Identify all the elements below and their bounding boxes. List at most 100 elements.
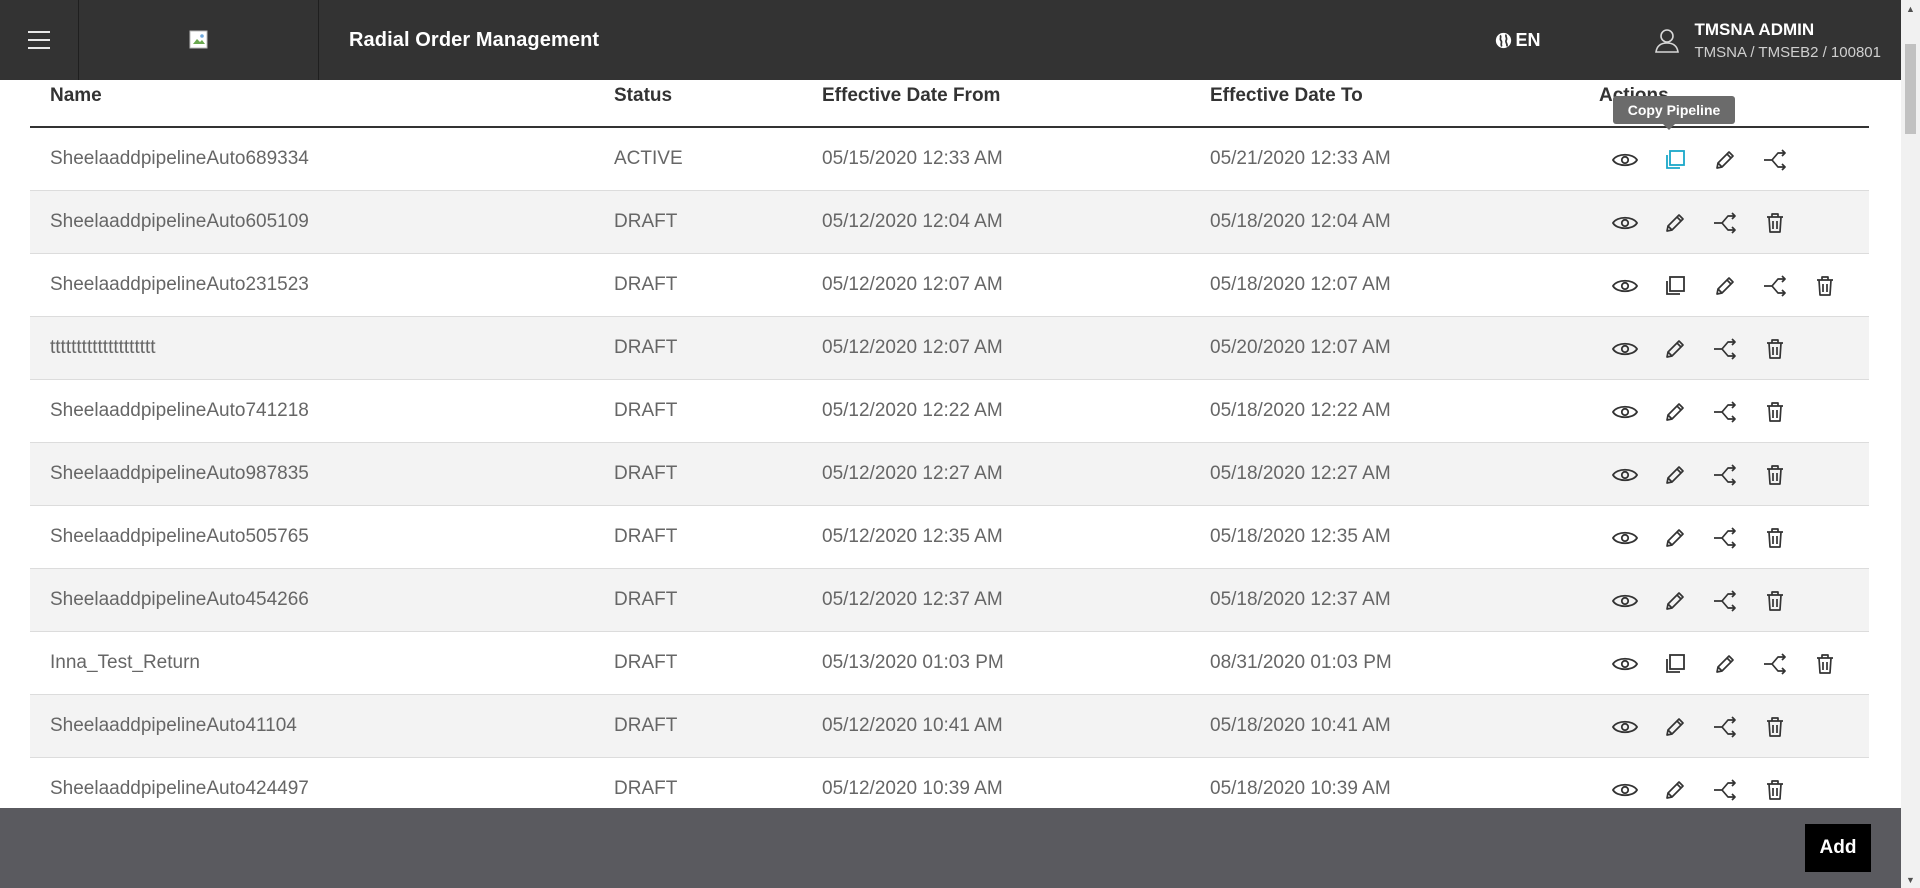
view-button[interactable] xyxy=(1610,145,1640,175)
edit-button[interactable] xyxy=(1660,775,1690,805)
tooltip: Copy Pipeline xyxy=(1613,96,1735,130)
view-icon xyxy=(1612,655,1638,673)
table-row[interactable]: Inna_Test_Return DRAFT 05/13/2020 01:03 PM… xyxy=(30,632,1869,695)
globe-icon xyxy=(1495,32,1511,48)
user-menu[interactable]: TMSNA ADMIN TMSNA / TMSEB2 / 100801 xyxy=(1653,20,1881,61)
pipeline-flow-button[interactable] xyxy=(1710,334,1740,364)
table-row[interactable]: SheelaaddpipelineAuto605109 DRAFT 05/12/20… xyxy=(30,191,1869,254)
scroll-up-arrow-icon[interactable]: ▲ xyxy=(1901,0,1920,17)
edit-button[interactable] xyxy=(1710,649,1740,679)
view-button[interactable] xyxy=(1610,775,1640,805)
view-button[interactable] xyxy=(1610,523,1640,553)
effective-date-from-cell: 05/12/2020 12:04 AM xyxy=(822,211,1003,232)
user-icon xyxy=(1653,26,1681,54)
edit-button[interactable] xyxy=(1710,271,1740,301)
pipeline-flow-button[interactable] xyxy=(1760,271,1790,301)
column-header-effective-date-to[interactable]: Effective Date To xyxy=(1210,85,1363,107)
edit-button[interactable] xyxy=(1660,460,1690,490)
table-row[interactable]: SheelaaddpipelineAuto231523 DRAFT 05/12/20… xyxy=(30,254,1869,317)
status-cell: DRAFT xyxy=(614,589,678,610)
user-org: TMSNA / TMSEB2 / 100801 xyxy=(1694,43,1881,61)
logo[interactable] xyxy=(79,0,319,80)
view-button[interactable] xyxy=(1610,397,1640,427)
pipeline-flow-icon xyxy=(1712,338,1738,360)
table-row[interactable]: SheelaaddpipelineAuto741218 DRAFT 05/12/20… xyxy=(30,380,1869,443)
pipeline-flow-button[interactable] xyxy=(1760,145,1790,175)
delete-button[interactable] xyxy=(1760,334,1790,364)
column-header-name[interactable]: Name xyxy=(50,85,102,107)
copy-pipeline-button[interactable] xyxy=(1660,271,1690,301)
pipeline-flow-button[interactable] xyxy=(1710,397,1740,427)
edit-button[interactable] xyxy=(1660,208,1690,238)
table-row[interactable]: tttttttttttttttttttt DRAFT 05/12/2020 12:0… xyxy=(30,317,1869,380)
table-row[interactable]: SheelaaddpipelineAuto505765 DRAFT 05/12/20… xyxy=(30,506,1869,569)
delete-button[interactable] xyxy=(1760,460,1790,490)
effective-date-from-cell: 05/12/2020 12:35 AM xyxy=(822,526,1003,547)
edit-button[interactable] xyxy=(1660,397,1690,427)
edit-button[interactable] xyxy=(1660,712,1690,742)
effective-date-from-cell: 05/12/2020 12:27 AM xyxy=(822,463,1003,484)
pipeline-flow-button[interactable] xyxy=(1710,523,1740,553)
language-label: EN xyxy=(1515,29,1541,50)
edit-button[interactable] xyxy=(1660,523,1690,553)
pipeline-flow-icon xyxy=(1712,527,1738,549)
language-selector[interactable]: EN xyxy=(1495,30,1541,51)
hamburger-icon xyxy=(28,28,50,52)
view-icon xyxy=(1612,529,1638,547)
pipeline-flow-button[interactable] xyxy=(1710,460,1740,490)
view-button[interactable] xyxy=(1610,649,1640,679)
edit-button[interactable] xyxy=(1660,334,1690,364)
view-button[interactable] xyxy=(1610,271,1640,301)
delete-button[interactable] xyxy=(1760,712,1790,742)
pipeline-flow-button[interactable] xyxy=(1710,586,1740,616)
delete-button[interactable] xyxy=(1810,271,1840,301)
scroll-down-arrow-icon[interactable]: ▼ xyxy=(1901,871,1920,888)
pipeline-flow-icon xyxy=(1712,716,1738,738)
column-header-effective-date-from[interactable]: Effective Date From xyxy=(822,85,1000,107)
effective-date-from-cell: 05/12/2020 10:41 AM xyxy=(822,715,1003,736)
table-row[interactable]: SheelaaddpipelineAuto987835 DRAFT 05/12/20… xyxy=(30,443,1869,506)
status-cell: DRAFT xyxy=(614,778,678,799)
menu-button[interactable] xyxy=(0,0,79,80)
effective-date-from-cell: 05/13/2020 01:03 PM xyxy=(822,652,1004,673)
broken-image-icon xyxy=(189,30,207,49)
status-cell: DRAFT xyxy=(614,652,678,673)
delete-button[interactable] xyxy=(1760,523,1790,553)
user-name: TMSNA ADMIN xyxy=(1694,19,1815,39)
name-cell: SheelaaddpipelineAuto505765 xyxy=(50,526,309,547)
view-button[interactable] xyxy=(1610,712,1640,742)
scrollbar-thumb[interactable] xyxy=(1905,44,1916,134)
effective-date-to-cell: 08/31/2020 01:03 PM xyxy=(1210,652,1392,673)
table-header: Name Status Effective Date From Effectiv… xyxy=(30,80,1869,128)
table-body: SheelaaddpipelineAuto689334 ACTIVE 05/15/2… xyxy=(30,128,1869,821)
view-button[interactable] xyxy=(1610,586,1640,616)
pipeline-flow-button[interactable] xyxy=(1760,649,1790,679)
pipeline-flow-button[interactable] xyxy=(1710,208,1740,238)
copy-pipeline-button[interactable] xyxy=(1660,649,1690,679)
table-row[interactable]: SheelaaddpipelineAuto454266 DRAFT 05/12/20… xyxy=(30,569,1869,632)
delete-button[interactable] xyxy=(1760,775,1790,805)
edit-button[interactable] xyxy=(1660,586,1690,616)
effective-date-to-cell: 05/18/2020 10:41 AM xyxy=(1210,715,1391,736)
delete-button[interactable] xyxy=(1810,649,1840,679)
view-button[interactable] xyxy=(1610,460,1640,490)
name-cell: SheelaaddpipelineAuto987835 xyxy=(50,463,309,484)
edit-icon xyxy=(1664,464,1686,486)
add-button[interactable]: Add xyxy=(1805,824,1871,872)
pipeline-flow-button[interactable] xyxy=(1710,775,1740,805)
view-icon xyxy=(1612,781,1638,799)
delete-button[interactable] xyxy=(1760,397,1790,427)
column-header-status[interactable]: Status xyxy=(614,85,672,107)
app-title: Radial Order Management xyxy=(349,28,600,51)
delete-button[interactable] xyxy=(1760,208,1790,238)
effective-date-to-cell: 05/18/2020 12:04 AM xyxy=(1210,211,1391,232)
delete-button[interactable] xyxy=(1760,586,1790,616)
copy-pipeline-button[interactable] xyxy=(1660,145,1690,175)
view-button[interactable] xyxy=(1610,208,1640,238)
vertical-scrollbar[interactable]: ▲ ▼ xyxy=(1901,0,1920,888)
table-row[interactable]: SheelaaddpipelineAuto689334 ACTIVE 05/15/2… xyxy=(30,128,1869,191)
view-button[interactable] xyxy=(1610,334,1640,364)
table-row[interactable]: SheelaaddpipelineAuto41104 DRAFT 05/12/202… xyxy=(30,695,1869,758)
pipeline-flow-button[interactable] xyxy=(1710,712,1740,742)
edit-button[interactable] xyxy=(1710,145,1740,175)
